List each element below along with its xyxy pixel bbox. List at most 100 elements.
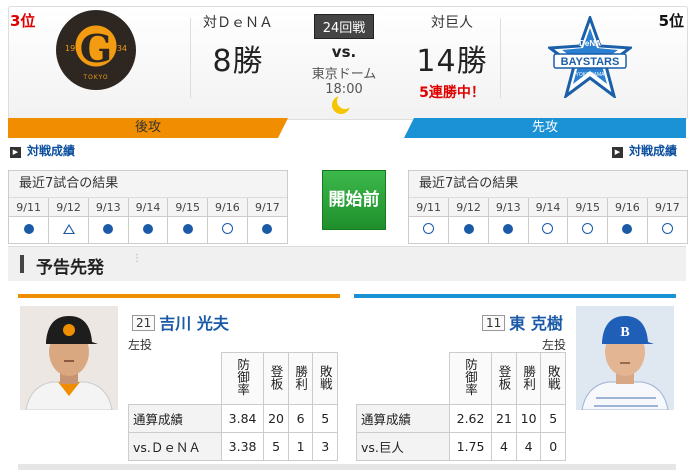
stat-cell: 5 (312, 404, 338, 433)
result-mark-cell[interactable] (607, 216, 648, 243)
stat-header-losses-text: 敗戦 (545, 364, 561, 390)
table-row: 通算成績 2.62 21 10 5 (356, 404, 566, 433)
win-dot-icon (142, 224, 153, 234)
right-pitcher-photo[interactable]: B (576, 306, 674, 410)
loss-circle-icon (423, 223, 435, 234)
giants-logo[interactable]: G 19 34 TOKYO (56, 10, 136, 90)
right-record-link[interactable]: ▶ 対戦成績 (612, 142, 677, 159)
left-head-to-head: 対ＤｅＮＡ 8勝 (188, 12, 288, 80)
baystars-logo-text: BAYSTARS (561, 56, 620, 68)
result-mark-cell[interactable] (646, 216, 687, 243)
result-mark-cell[interactable] (207, 216, 248, 243)
table-row: 通算成績 3.84 20 6 5 (128, 404, 338, 433)
player-portrait-icon (20, 306, 118, 410)
stat-header-era-text: 防御率 (235, 358, 251, 396)
right-wins: 14勝 (416, 44, 488, 79)
stat-header-wins: 勝利 (515, 352, 542, 405)
game-status-button[interactable]: 開始前 (322, 170, 386, 230)
right-results-table: 9/11 9/12 9/13 9/14 9/15 9/16 9/17 (409, 197, 687, 243)
svg-text:B: B (620, 325, 629, 340)
stat-cell: 1.75 (448, 432, 493, 461)
win-dot-icon (182, 224, 193, 234)
left-team-rank: 3位 (10, 12, 36, 30)
result-date: 9/15 (567, 197, 608, 217)
win-dot-icon (23, 224, 34, 234)
loss-circle-icon (221, 223, 233, 234)
stat-header-era-text: 防御率 (463, 358, 479, 396)
result-mark-cell[interactable] (167, 216, 208, 243)
stats-corner (356, 352, 450, 405)
play-arrow-icon: ▶ (10, 147, 21, 158)
loss-circle-icon (582, 223, 594, 234)
giants-logo-city: TOKYO (83, 74, 109, 81)
result-mark-cell[interactable] (567, 216, 608, 243)
player-portrait-icon: B (576, 306, 674, 410)
stat-header-losses-text: 敗戦 (317, 364, 333, 390)
right-pitcher-number: 11 (482, 315, 506, 331)
stat-cell: 5 (540, 404, 566, 433)
left-results-table: 9/11 9/12 9/13 9/14 9/15 9/16 9/17 (9, 197, 287, 243)
result-date: 9/17 (246, 197, 287, 217)
game-info: 24回戦 vs. 東京ドーム 18:00 (298, 14, 390, 97)
stat-cell: 20 (263, 404, 289, 433)
left-pitcher-photo[interactable] (20, 306, 118, 410)
result-date: 9/13 (87, 197, 129, 217)
stat-cell: 5 (263, 432, 289, 461)
win-dot-icon (262, 224, 273, 234)
result-mark-cell[interactable] (48, 216, 89, 243)
result-mark-cell[interactable] (9, 216, 49, 243)
play-arrow-icon: ▶ (612, 147, 623, 158)
vs-text: vs. (331, 43, 357, 61)
stat-header-wins-text: 勝利 (521, 364, 537, 390)
stat-cell: 0 (540, 432, 566, 461)
result-date: 9/12 (48, 197, 89, 217)
right-pitcher-name-row: 11 東 克樹 (478, 310, 563, 334)
giants-logo-year-left: 19 (65, 44, 76, 53)
stat-header-games-text: 登板 (268, 364, 284, 390)
section-handle-icon: ⋮ (132, 253, 142, 264)
result-mark-cell[interactable] (246, 216, 287, 243)
stat-cell: 4 (491, 432, 517, 461)
night-game-moon-icon (332, 94, 352, 114)
result-mark-cell[interactable] (409, 216, 449, 243)
right-pitcher-name[interactable]: 東 克樹 (509, 314, 563, 333)
stat-header-games: 登板 (491, 352, 517, 405)
draw-triangle-icon (62, 224, 75, 234)
stat-cell: 3.38 (220, 432, 265, 461)
baystars-logo[interactable]: DeNA BAYSTARS YOKOHAMA (548, 16, 632, 98)
away-team-bar: 先攻 (404, 118, 686, 138)
stat-header-era: 防御率 (448, 352, 493, 405)
stat-header-losses: 敗戦 (312, 352, 338, 405)
stat-header-wins: 勝利 (287, 352, 314, 405)
left-pitcher-number: 21 (132, 315, 156, 331)
result-date: 9/13 (487, 197, 529, 217)
result-date: 9/17 (646, 197, 687, 217)
baystars-logo-top: DeNA (579, 39, 601, 48)
result-mark-cell[interactable] (448, 216, 489, 243)
left-pitcher-divider (18, 294, 340, 298)
stat-header-wins-text: 勝利 (293, 364, 309, 390)
right-head-to-head: 対巨人 14勝 5連勝中！ (402, 12, 502, 102)
baystars-logo-small: YOKOHAMA (576, 72, 606, 78)
result-mark-cell[interactable] (87, 216, 129, 243)
loss-circle-icon (661, 223, 673, 234)
result-mark-cell[interactable] (127, 216, 168, 243)
result-mark-cell[interactable] (487, 216, 529, 243)
result-mark-cell[interactable] (527, 216, 568, 243)
result-date: 9/16 (207, 197, 248, 217)
stat-cell: 6 (287, 404, 314, 433)
right-vs-label: 対巨人 (431, 15, 473, 31)
stats-corner (128, 352, 222, 405)
row-label: 通算成績 (128, 404, 222, 433)
home-team-bar: 後攻 (8, 118, 288, 138)
left-recent-results: 最近7試合の結果 9/11 9/12 9/13 9/14 9/15 9/16 9/17 (8, 170, 288, 244)
stat-header-games: 登板 (263, 352, 289, 405)
result-date: 9/15 (167, 197, 208, 217)
left-pitcher-name[interactable]: 吉川 光夫 (159, 314, 229, 333)
section-marker (20, 255, 24, 273)
right-pitcher-divider (354, 294, 676, 298)
header-divider (500, 18, 501, 98)
stat-cell: 2.62 (448, 404, 493, 433)
probable-pitchers-section: 予告先発 ⋮ (8, 246, 686, 281)
left-record-link[interactable]: ▶ 対戦成績 (10, 142, 75, 159)
